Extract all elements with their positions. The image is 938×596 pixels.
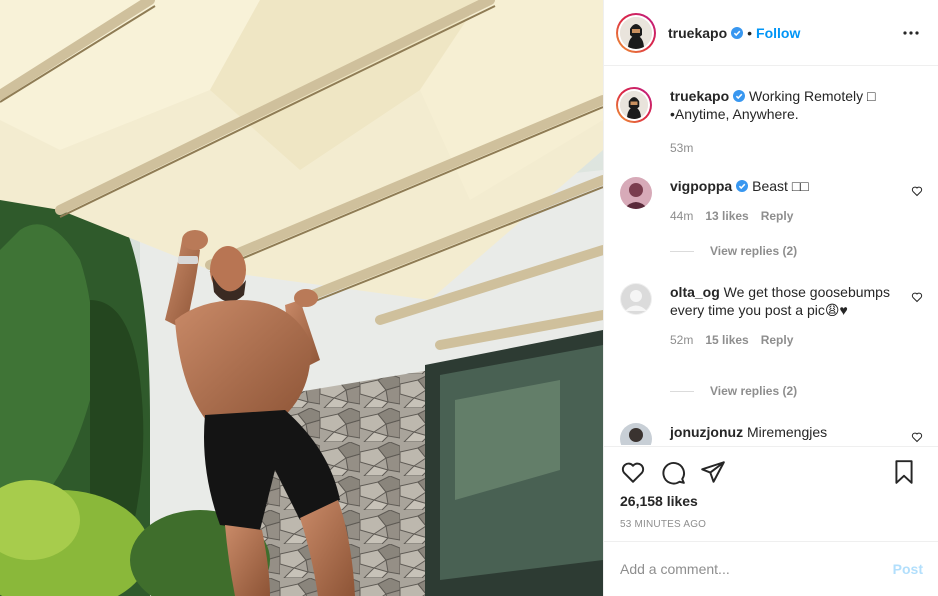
comment-like-heart-icon[interactable] — [911, 291, 923, 303]
author-avatar-image — [620, 16, 652, 49]
comment-time[interactable]: 52m — [670, 331, 693, 349]
comment-likes[interactable]: 15 likes — [705, 331, 748, 349]
comment-item: olta_og We get those goosebumps every ti… — [616, 283, 923, 349]
comment-text: Beast □□ — [752, 178, 809, 194]
comment-username[interactable]: olta_og — [670, 284, 720, 300]
comment-body: jonuzjonuz Miremengjes — [670, 423, 895, 445]
replies-divider — [670, 250, 694, 252]
post-image[interactable] — [0, 0, 603, 596]
heart-icon[interactable] — [620, 459, 646, 485]
likes-count[interactable]: 26,158 likes — [620, 493, 698, 509]
comments-list[interactable]: truekapo Working Remotely □ •Anytime, An… — [604, 67, 938, 445]
commenter-avatar-image — [620, 423, 652, 445]
follow-button[interactable]: Follow — [756, 25, 800, 41]
more-options-icon[interactable] — [899, 21, 923, 45]
bookmark-icon[interactable] — [891, 459, 917, 485]
header-separator: • — [747, 24, 753, 41]
comment-username[interactable]: jonuzjonuz — [670, 424, 743, 440]
commenter-avatar-image — [620, 177, 652, 209]
add-comment-bar: Post — [604, 541, 938, 596]
view-replies-label: View replies (2) — [710, 244, 798, 258]
post-sidebar: truekapo • Follow truekapo Working Remot… — [603, 0, 938, 596]
reply-button[interactable]: Reply — [761, 207, 794, 225]
comment-item: vigpoppa Beast □□ 44m 13 likes Reply — [616, 177, 923, 225]
post-photo — [0, 0, 603, 596]
post-header: truekapo • Follow — [604, 0, 938, 66]
caption-text-line2: •Anytime, Anywhere. — [670, 106, 799, 122]
comment-item: jonuzjonuz Miremengjes — [616, 423, 923, 445]
caption-avatar-image — [620, 91, 648, 119]
share-icon[interactable] — [700, 459, 726, 485]
post-comment-button[interactable]: Post — [893, 561, 923, 577]
caption-body: truekapo Working Remotely □ •Anytime, An… — [670, 87, 900, 157]
commenter-avatar[interactable] — [620, 283, 652, 315]
comment-username[interactable]: vigpoppa — [670, 178, 732, 194]
default-avatar-icon — [620, 283, 652, 315]
commenter-avatar[interactable] — [620, 423, 652, 445]
comment-text: Miremengjes — [746, 424, 828, 440]
comment-time[interactable]: 44m — [670, 207, 693, 225]
view-replies-label: View replies (2) — [710, 384, 798, 398]
comment-like-heart-icon[interactable] — [911, 431, 923, 443]
caption: truekapo Working Remotely □ •Anytime, An… — [616, 87, 923, 157]
view-replies-button[interactable]: View replies (2) — [670, 244, 797, 258]
action-icons — [620, 459, 915, 485]
caption-username[interactable]: truekapo — [670, 88, 729, 104]
caption-time[interactable]: 53m — [670, 139, 693, 157]
author-username[interactable]: truekapo — [668, 25, 727, 41]
comment-input[interactable] — [620, 561, 893, 577]
verified-badge-icon — [733, 90, 746, 102]
comment-likes[interactable]: 13 likes — [705, 207, 748, 225]
verified-badge-icon — [731, 26, 744, 39]
comment-body: vigpoppa Beast □□ 44m 13 likes Reply — [670, 177, 895, 225]
view-replies-button[interactable]: View replies (2) — [670, 384, 797, 398]
verified-badge-icon — [736, 180, 749, 192]
replies-divider — [670, 390, 694, 392]
caption-avatar[interactable] — [616, 87, 652, 123]
comment-body: olta_og We get those goosebumps every ti… — [670, 283, 895, 349]
post-timestamp[interactable]: 53 MINUTES AGO — [620, 519, 706, 530]
post-actions: 26,158 likes 53 MINUTES AGO — [604, 446, 938, 540]
author-avatar[interactable] — [616, 12, 656, 53]
comment-like-heart-icon[interactable] — [911, 185, 923, 197]
comment-icon[interactable] — [660, 459, 686, 485]
commenter-avatar[interactable] — [620, 177, 652, 209]
caption-text: Working Remotely □ — [749, 88, 876, 104]
reply-button[interactable]: Reply — [761, 331, 794, 349]
